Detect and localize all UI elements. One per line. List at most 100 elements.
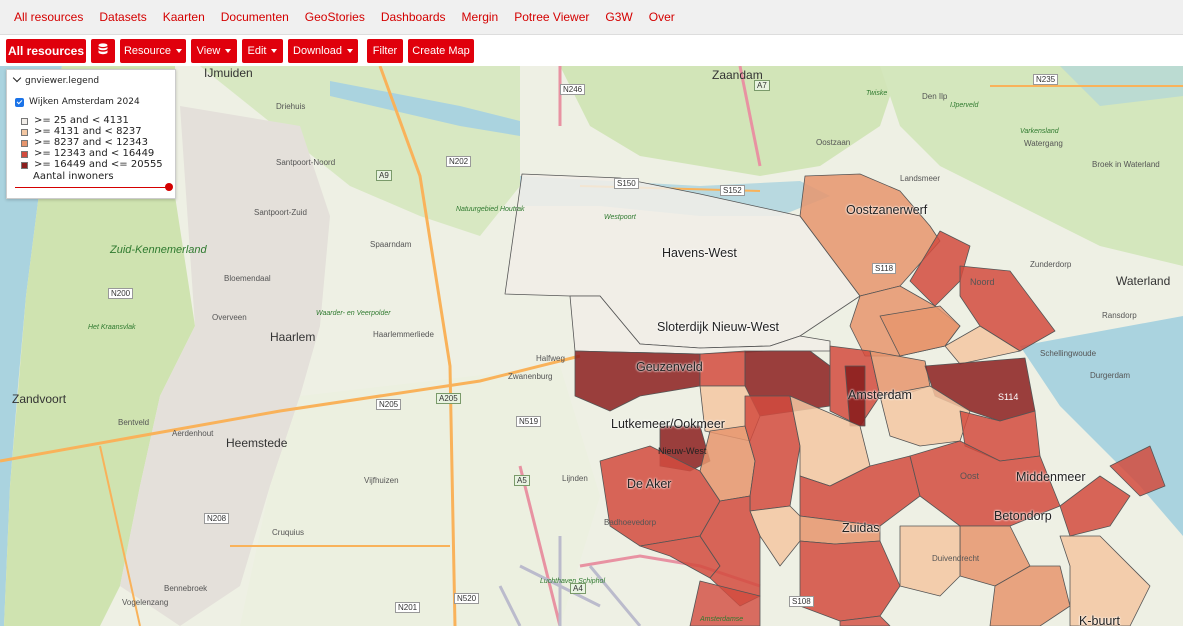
place-label: Aerdenhout (172, 429, 214, 438)
chevron-down-icon[interactable] (12, 73, 22, 83)
create-map-label: Create Map (412, 44, 470, 57)
legend-class-label: >= 16449 and <= 20555 (34, 159, 163, 170)
road-shield: N202 (446, 156, 472, 167)
district-label: Lutkemeer/Ookmeer (611, 417, 725, 431)
road-shield: A5 (514, 475, 530, 486)
legend-swatch (21, 150, 28, 158)
road-shield: S152 (720, 185, 745, 196)
place-label: Spaarndam (370, 240, 412, 249)
map-canvas[interactable]: N246 A7 N235 N202 S150 S152 A9 N200 N205… (0, 66, 1183, 626)
place-label: Oostzaan (816, 138, 851, 147)
district-label: Oost (960, 471, 980, 481)
district-label: Zuidas (842, 521, 880, 535)
place-label: Bentveld (118, 418, 150, 427)
resource-label: Resource (123, 44, 172, 57)
place-label: Driehuis (276, 102, 306, 111)
caret-down-icon (176, 48, 183, 53)
place-label: Waterland (1116, 274, 1171, 288)
park-label: Zuid-Kennemerland (110, 244, 207, 256)
district-label: Oostzanerwerf (846, 203, 928, 217)
legend-class-label: >= 4131 and < 8237 (34, 126, 142, 137)
road-shield: N246 (560, 84, 586, 95)
create-map-button[interactable]: Create Map (408, 38, 474, 63)
nav-datasets[interactable]: Datasets (99, 10, 146, 24)
road-shield: S150 (614, 178, 639, 189)
place-label: IJperveld (950, 102, 979, 109)
place-label: Badhoevedorp (604, 518, 657, 527)
caret-down-icon (346, 48, 353, 53)
caret-down-icon (225, 48, 232, 53)
edit-dropdown[interactable]: Edit (242, 38, 283, 63)
opacity-slider-handle[interactable] (165, 183, 173, 191)
place-label: Duivendrecht (932, 554, 980, 563)
road-shield: N205 (376, 399, 402, 410)
place-label: Durgerdam (1090, 371, 1131, 380)
district-label: Geuzenveld (636, 360, 703, 374)
nav-geostories[interactable]: GeoStories (305, 10, 365, 24)
place-label: IJmuiden (204, 66, 253, 80)
caret-down-icon (271, 48, 278, 53)
place-label: Vijfhuizen (364, 476, 399, 485)
nav-all-resources[interactable]: All resources (14, 10, 83, 24)
place-label: Halfweg (536, 354, 565, 363)
road-shield: N201 (395, 602, 421, 613)
road-shield: S118 (872, 263, 897, 274)
district-label: Noord (970, 277, 995, 287)
place-label: Heemstede (226, 436, 288, 450)
nav-documenten[interactable]: Documenten (221, 10, 289, 24)
place-label: Cruquius (272, 528, 305, 537)
place-label: Broek in Waterland (1092, 160, 1160, 169)
legend-class: >= 8237 and < 12343 (21, 138, 148, 148)
legend-class: >= 4131 and < 8237 (21, 127, 142, 137)
district-label: Havens-West (662, 246, 737, 260)
view-label: View (196, 44, 221, 57)
place-label: Twiske (866, 90, 888, 97)
road-shield: A9 (376, 170, 392, 181)
place-label: Santpoort-Noord (276, 158, 336, 167)
nav-kaarten[interactable]: Kaarten (163, 10, 205, 24)
place-label: Overveen (212, 313, 247, 322)
place-label: Zandvoort (12, 392, 67, 406)
place-label: Den Ilp (922, 92, 948, 101)
resource-dropdown[interactable]: Resource (120, 38, 186, 63)
district-label: Middenmeer (1016, 470, 1086, 484)
database-icon (98, 43, 108, 58)
place-label: Bennebroek (164, 584, 208, 593)
place-label: Santpoort-Zuid (254, 208, 307, 217)
place-label: Landsmeer (900, 174, 941, 183)
nav-g3w[interactable]: G3W (605, 10, 632, 24)
legend-class-label: >= 25 and < 4131 (34, 115, 129, 126)
legend-swatch (21, 161, 28, 169)
layer-checkbox[interactable] (15, 97, 24, 107)
view-dropdown[interactable]: View (191, 38, 237, 63)
download-dropdown[interactable]: Download (288, 38, 358, 63)
place-label: Ransdorp (1102, 311, 1137, 320)
place-label: Amsterdamse (700, 616, 744, 623)
road-shield: N235 (1033, 74, 1059, 85)
download-label: Download (293, 44, 342, 57)
nav-over[interactable]: Over (649, 10, 675, 24)
nav-dashboards[interactable]: Dashboards (381, 10, 446, 24)
all-resources-button[interactable]: All resources (6, 38, 86, 63)
nav-potree-viewer[interactable]: Potree Viewer (514, 10, 589, 24)
district-label: K-buurt (1079, 614, 1120, 626)
opacity-slider-track[interactable] (15, 187, 170, 188)
legend-attribute: Aantal inwoners (33, 171, 114, 182)
legend-layer-toggle[interactable]: Wijken Amsterdam 2024 (15, 97, 140, 107)
place-label: Varkensland (1020, 128, 1059, 135)
road-shield: N208 (204, 513, 230, 524)
district-label: Amsterdam (848, 388, 912, 402)
nav-mergin[interactable]: Mergin (462, 10, 499, 24)
legend-swatch (21, 117, 28, 125)
park-label: Waarder- en Veerpolder (316, 310, 391, 317)
place-label: Vogelenzang (122, 598, 169, 607)
layers-button[interactable] (91, 38, 115, 63)
road-shield: A205 (436, 393, 461, 404)
place-label: Haarlem (270, 330, 316, 344)
legend-class-label: >= 12343 and < 16449 (34, 148, 155, 159)
all-resources-label: All resources (7, 43, 85, 58)
legend-swatch (21, 139, 28, 147)
filter-button[interactable]: Filter (367, 38, 403, 63)
legend-header[interactable]: gnviewer.legend (12, 73, 99, 86)
place-label: Luchthaven Schiphol (540, 578, 605, 585)
